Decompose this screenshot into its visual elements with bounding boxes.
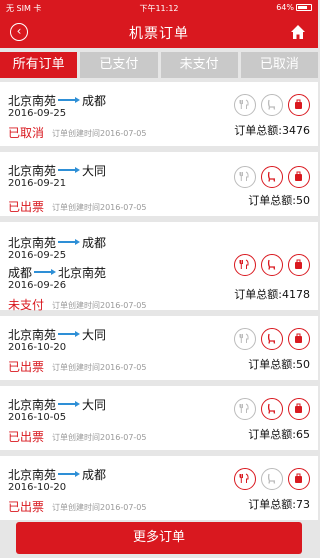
clock: 下午11:12	[139, 4, 179, 13]
arrow-icon	[58, 239, 81, 245]
arrow-icon	[58, 167, 81, 173]
tab-cancelled[interactable]: 已取消	[240, 52, 318, 78]
arrow-icon	[58, 97, 81, 103]
service-icons	[234, 468, 310, 490]
seat-icon	[261, 328, 283, 350]
flight-date: 2016-09-25	[8, 250, 67, 261]
luggage-icon	[288, 468, 310, 490]
route: 北京南苑 大同	[8, 162, 106, 179]
order-card[interactable]: 北京南苑 成都 2016-09-25 已取消 订单创建时间2016-07-05 订…	[0, 82, 318, 146]
created-time: 订单创建时间2016-07-05	[52, 503, 147, 512]
departure-city: 北京南苑	[8, 328, 57, 342]
order-total: 订单总额:50	[248, 194, 310, 207]
luggage-icon	[288, 94, 310, 116]
tab-bar: 所有订单 已支付 未支付 已取消	[0, 48, 318, 78]
arrival-city: 大同	[82, 328, 107, 342]
order-card[interactable]: 北京南苑 大同 2016-10-20 已出票 订单创建时间2016-07-05 订…	[0, 316, 318, 380]
seat-icon	[261, 94, 283, 116]
order-card[interactable]: 北京南苑 大同 2016-10-05 已出票 订单创建时间2016-07-05 订…	[0, 386, 318, 450]
flight-date: 2016-09-21	[8, 178, 67, 189]
arrow-icon	[58, 471, 81, 477]
arrow-icon	[58, 401, 81, 407]
status-label: 未支付	[8, 298, 45, 312]
departure-city: 北京南苑	[8, 468, 57, 482]
departure-city: 北京南苑	[8, 164, 57, 178]
created-time: 订单创建时间2016-07-05	[52, 203, 147, 212]
nav-bar: ‹ 机票订单	[0, 16, 318, 48]
luggage-icon	[288, 254, 310, 276]
status-bar: 无 SIM 卡 下午11:12 64%	[0, 0, 318, 16]
meal-icon	[234, 166, 256, 188]
flight-date: 2016-10-20	[8, 342, 67, 353]
arrival-city: 成都	[82, 94, 107, 108]
luggage-icon	[288, 166, 310, 188]
page-title: 机票订单	[129, 26, 189, 42]
service-icons	[234, 166, 310, 188]
departure-city: 北京南苑	[8, 236, 57, 250]
luggage-icon	[288, 328, 310, 350]
status-label: 已出票	[8, 430, 45, 444]
service-icons	[234, 254, 310, 276]
return-route: 成都 北京南苑	[8, 264, 106, 281]
route: 北京南苑 成都	[8, 92, 106, 109]
service-icons	[234, 398, 310, 420]
service-icons	[234, 94, 310, 116]
seat-icon	[261, 468, 283, 490]
battery-icon	[296, 4, 312, 11]
seat-icon	[261, 254, 283, 276]
flight-date: 2016-10-05	[8, 412, 67, 423]
arrival-city: 成都	[82, 236, 107, 250]
status-label: 已取消	[8, 126, 45, 140]
battery-indicator: 64%	[276, 3, 312, 12]
status-label: 已出票	[8, 360, 45, 374]
meal-icon	[234, 328, 256, 350]
tab-all-orders[interactable]: 所有订单	[0, 52, 78, 78]
tab-unpaid[interactable]: 未支付	[160, 52, 238, 78]
home-icon[interactable]	[290, 24, 306, 40]
created-time: 订单创建时间2016-07-05	[52, 129, 147, 138]
order-total: 订单总额:73	[248, 498, 310, 511]
departure-city: 北京南苑	[8, 94, 57, 108]
order-total: 订单总额:4178	[234, 288, 310, 301]
created-time: 订单创建时间2016-07-05	[52, 433, 147, 442]
arrow-icon	[34, 269, 57, 275]
arrival-city: 大同	[82, 398, 107, 412]
flight-date: 2016-09-25	[8, 108, 67, 119]
status-label: 已出票	[8, 500, 45, 514]
meal-icon	[234, 254, 256, 276]
created-time: 订单创建时间2016-07-05	[52, 301, 147, 310]
meal-icon	[234, 94, 256, 116]
service-icons	[234, 328, 310, 350]
route: 北京南苑 成都	[8, 466, 106, 483]
tab-paid[interactable]: 已支付	[80, 52, 158, 78]
status-label: 已出票	[8, 200, 45, 214]
battery-percent: 64%	[276, 3, 294, 12]
meal-icon	[234, 398, 256, 420]
order-total: 订单总额:3476	[234, 124, 310, 137]
order-card[interactable]: 北京南苑 大同 2016-09-21 已出票 订单创建时间2016-07-05 订…	[0, 152, 318, 216]
luggage-icon	[288, 398, 310, 420]
seat-icon	[261, 398, 283, 420]
return-date: 2016-09-26	[8, 280, 67, 291]
departure-city: 北京南苑	[8, 398, 57, 412]
arrival-city: 大同	[82, 164, 107, 178]
order-total: 订单总额:50	[248, 358, 310, 371]
arrival-city: 北京南苑	[58, 266, 107, 280]
more-orders-button[interactable]: 更多订单	[16, 522, 302, 554]
route: 北京南苑 大同	[8, 396, 106, 413]
route: 北京南苑 大同	[8, 326, 106, 343]
arrow-icon	[58, 331, 81, 337]
order-card[interactable]: 北京南苑 成都 2016-10-20 已出票 订单创建时间2016-07-05 订…	[0, 456, 318, 520]
order-total: 订单总额:65	[248, 428, 310, 441]
seat-icon	[261, 166, 283, 188]
created-time: 订单创建时间2016-07-05	[52, 363, 147, 372]
order-card[interactable]: 北京南苑 成都 2016-09-25 成都 北京南苑 2016-09-26 未支付 …	[0, 222, 318, 312]
meal-icon	[234, 468, 256, 490]
flight-date: 2016-10-20	[8, 482, 67, 493]
arrival-city: 成都	[82, 468, 107, 482]
route: 北京南苑 成都	[8, 234, 106, 251]
departure-city: 成都	[8, 266, 33, 280]
